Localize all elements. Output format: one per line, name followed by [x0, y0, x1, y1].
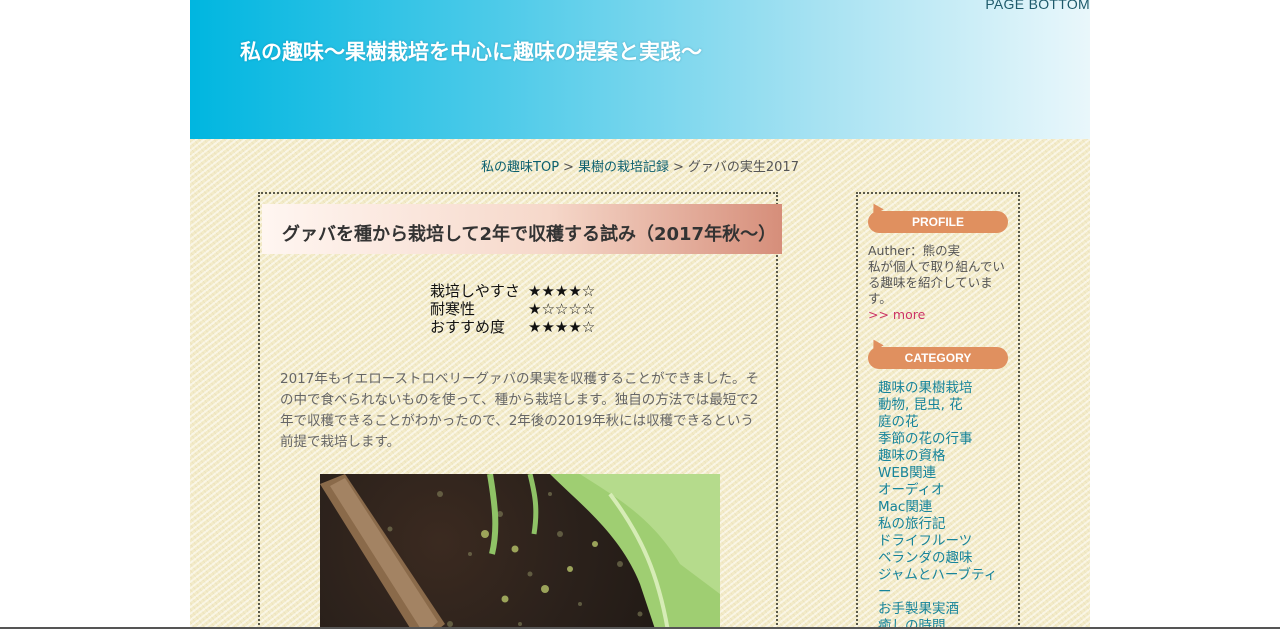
category-link[interactable]: ドライフルーツ	[878, 533, 972, 549]
breadcrumb-separator: >	[672, 160, 684, 175]
breadcrumb-current: グァバの実生2017	[687, 160, 799, 175]
category-item: ドライフルーツ	[878, 533, 1010, 550]
article-intro-text: 2017年もイエローストロベリーグァバの果実を収穫することができました。その中で…	[280, 371, 760, 450]
site-title[interactable]: 私の趣味〜果樹栽培を中心に趣味の提案と実践〜	[240, 36, 702, 66]
category-item: ベランダの趣味	[878, 550, 1010, 567]
category-item: お手製果実酒	[878, 601, 1010, 618]
category-list: 趣味の果樹栽培 動物, 昆虫, 花 庭の花 季節の花の行事 趣味の資格 WEB関…	[878, 380, 1010, 629]
category-link[interactable]: 庭の花	[878, 414, 919, 430]
breadcrumb: 私の趣味TOP > 果樹の栽培記録 > グァバの実生2017	[190, 156, 1090, 175]
profile-description: Auther：熊の実 私が個人で取り組んでいる趣味を紹介しています。	[868, 243, 1005, 306]
page-container: PAGE BOTTOM 私の趣味〜果樹栽培を中心に趣味の提案と実践〜 私の趣味T…	[190, 0, 1090, 629]
page-bottom-link[interactable]: PAGE BOTTOM	[985, 0, 1090, 12]
profile-heading-label: PROFILE	[911, 215, 964, 229]
rating-label: 耐寒性	[430, 300, 476, 318]
rating-row: 栽培しやすさ ★★★★☆	[430, 282, 595, 300]
breadcrumb-section-link[interactable]: 果樹の栽培記録	[578, 160, 669, 175]
rating-row: おすすめ度 ★★★★☆	[430, 318, 595, 336]
heading-tab-decoration	[868, 336, 884, 352]
category-link[interactable]: ベランダの趣味	[878, 550, 973, 566]
seedling-photo-illustration	[320, 474, 720, 629]
profile-heading: PROFILE	[868, 200, 1008, 233]
category-link[interactable]: ジャムとハーブティー	[878, 567, 997, 600]
category-link[interactable]: WEB関連	[878, 465, 936, 481]
category-link[interactable]: 季節の花の行事	[878, 431, 973, 447]
category-item: 季節の花の行事	[878, 431, 1010, 448]
category-link[interactable]: 私の旅行記	[878, 516, 946, 532]
category-link[interactable]: 動物, 昆虫, 花	[878, 397, 963, 413]
category-link[interactable]: Mac関連	[878, 499, 932, 515]
rating-row: 耐寒性 ★☆☆☆☆	[430, 300, 595, 318]
profile-more-link[interactable]: >> more	[868, 307, 925, 322]
sidebar: PROFILE Auther：熊の実 私が個人で取り組んでいる趣味を紹介していま…	[856, 192, 1020, 629]
category-link[interactable]: お手製果実酒	[878, 601, 959, 617]
breadcrumb-home-link[interactable]: 私の趣味TOP	[481, 160, 559, 175]
category-item: 趣味の資格	[878, 448, 1010, 465]
rating-label: おすすめ度	[430, 318, 506, 336]
rating-table: 栽培しやすさ ★★★★☆ 耐寒性 ★☆☆☆☆ おすすめ度 ★★★★☆	[430, 282, 595, 336]
article-panel: グァバを種から栽培して2年で収穫する試み（2017年秋〜） 栽培しやすさ ★★★…	[258, 192, 782, 629]
rating-stars: ★☆☆☆☆	[528, 300, 596, 318]
category-item: WEB関連	[878, 465, 1010, 482]
category-link[interactable]: 趣味の果樹栽培	[878, 380, 973, 396]
guava-seedling-photo	[320, 474, 720, 629]
heading-tab-decoration	[868, 200, 884, 216]
category-heading: CATEGORY	[868, 336, 1008, 369]
site-header: PAGE BOTTOM 私の趣味〜果樹栽培を中心に趣味の提案と実践〜	[190, 0, 1090, 139]
rating-stars: ★★★★☆	[528, 318, 596, 336]
category-item: オーディオ	[878, 482, 1010, 499]
breadcrumb-separator: >	[563, 160, 574, 175]
category-item: 庭の花	[878, 414, 1010, 431]
category-item: Mac関連	[878, 499, 1010, 516]
category-item: 動物, 昆虫, 花	[878, 397, 1010, 414]
article-title: グァバを種から栽培して2年で収穫する試み（2017年秋〜）	[282, 224, 777, 245]
category-link[interactable]: 趣味の資格	[878, 448, 946, 464]
rating-stars: ★★★★☆	[528, 282, 596, 300]
article-title-bar: グァバを種から栽培して2年で収穫する試み（2017年秋〜）	[262, 204, 782, 254]
rating-label: 栽培しやすさ	[430, 282, 520, 300]
category-heading-label: CATEGORY	[904, 351, 972, 365]
category-item: ジャムとハーブティー	[878, 567, 1010, 601]
category-link[interactable]: オーディオ	[878, 482, 945, 498]
category-item: 趣味の果樹栽培	[878, 380, 1010, 397]
profile-text: Auther：熊の実 私が個人で取り組んでいる趣味を紹介しています。	[868, 243, 1008, 307]
category-item: 私の旅行記	[878, 516, 1010, 533]
